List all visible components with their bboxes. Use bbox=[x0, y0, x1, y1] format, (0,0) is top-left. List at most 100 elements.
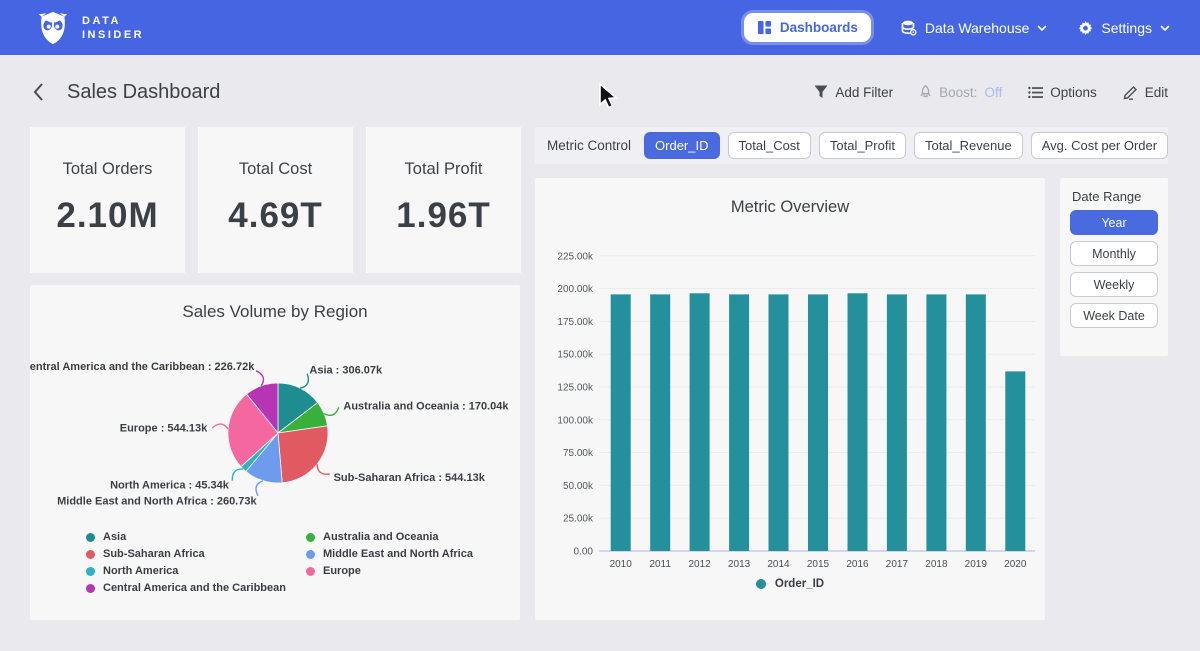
legend-dot bbox=[306, 533, 315, 542]
dashboard-grid-icon bbox=[757, 20, 772, 35]
add-filter-button[interactable]: Add Filter bbox=[814, 85, 893, 100]
y-axis-tick: 225.00k bbox=[557, 251, 594, 262]
bar-2014[interactable] bbox=[769, 294, 789, 551]
x-axis-tick: 2018 bbox=[925, 559, 948, 570]
chevron-left-icon bbox=[32, 82, 45, 102]
date-range-week-date[interactable]: Week Date bbox=[1070, 303, 1158, 328]
bar-2012[interactable] bbox=[690, 293, 710, 551]
gear-icon bbox=[1077, 20, 1093, 36]
bar-chart: 0.0025.00k50.00k75.00k100.00k125.00k150.… bbox=[535, 226, 1045, 591]
pie-label: Central America and the Caribbean : 226.… bbox=[30, 361, 255, 373]
y-axis-tick: 0.00 bbox=[574, 547, 594, 558]
nav-dashboards-label: Dashboards bbox=[780, 20, 858, 35]
pie-chart-title: Sales Volume by Region bbox=[30, 302, 520, 322]
bar-2015[interactable] bbox=[808, 294, 828, 551]
y-axis-tick: 150.00k bbox=[557, 350, 594, 361]
legend-dot bbox=[306, 550, 315, 559]
kpi-label: Total Cost bbox=[198, 160, 353, 179]
y-axis-tick: 125.00k bbox=[557, 383, 594, 394]
nav-data-warehouse-label: Data Warehouse bbox=[925, 20, 1030, 36]
bar-chart-legend[interactable]: Order_ID bbox=[535, 578, 1045, 590]
list-icon bbox=[1028, 86, 1043, 99]
legend-dot bbox=[86, 533, 95, 542]
bar-2011[interactable] bbox=[650, 294, 670, 551]
page-title: Sales Dashboard bbox=[67, 81, 220, 104]
pie-legend-column: Asia Sub-Saharan Africa North America Centr… bbox=[86, 531, 280, 594]
bar-2020[interactable] bbox=[1005, 371, 1025, 551]
metric-option-avg--cost-per-order[interactable]: Avg. Cost per Order bbox=[1031, 132, 1168, 159]
x-axis-tick: 2012 bbox=[688, 559, 711, 570]
metric-option-order-id[interactable]: Order_ID bbox=[644, 132, 719, 159]
metric-option-total-profit[interactable]: Total_Profit bbox=[819, 132, 906, 159]
pie-legend-item[interactable]: Asia bbox=[86, 531, 280, 543]
kpi-value: 2.10M bbox=[30, 196, 185, 236]
legend-label: Asia bbox=[103, 531, 126, 543]
pie-legend-item[interactable]: Middle East and North Africa bbox=[306, 548, 473, 560]
pie-legend-item[interactable]: Europe bbox=[306, 565, 473, 577]
pie-label: Europe : 544.13k bbox=[120, 423, 208, 435]
top-navbar: DATA INSIDER Dashboards Data Warehouse bbox=[0, 0, 1200, 55]
bar-2010[interactable] bbox=[611, 294, 631, 551]
brand-logo[interactable]: DATA INSIDER bbox=[34, 9, 144, 47]
pie-leader-line bbox=[300, 374, 308, 388]
chevron-down-icon bbox=[1037, 25, 1047, 31]
x-axis-tick: 2013 bbox=[728, 559, 751, 570]
legend-dot bbox=[86, 567, 95, 576]
legend-label: Middle East and North Africa bbox=[323, 548, 473, 560]
edit-button[interactable]: Edit bbox=[1123, 85, 1168, 100]
legend-label: Sub-Saharan Africa bbox=[103, 548, 205, 560]
date-range-year[interactable]: Year bbox=[1070, 210, 1158, 235]
nav-settings[interactable]: Settings bbox=[1077, 20, 1170, 36]
boost-toggle[interactable]: Boost: Off bbox=[919, 85, 1002, 100]
pie-chart-legend: Asia Sub-Saharan Africa North America Centr… bbox=[86, 531, 473, 594]
database-icon bbox=[901, 20, 917, 36]
pie-label: Middle East and North Africa : 260.73k bbox=[57, 496, 257, 508]
dashboard-header: Sales Dashboard Add Filter Boost: Off Op… bbox=[0, 72, 1200, 112]
pie-slice-sub-saharan-africa[interactable] bbox=[278, 426, 328, 483]
y-axis-tick: 50.00k bbox=[563, 481, 594, 492]
kpi-card-total-orders: Total Orders 2.10M bbox=[30, 127, 185, 273]
back-button[interactable] bbox=[32, 82, 45, 102]
pie-legend-item[interactable]: Sub-Saharan Africa bbox=[86, 548, 280, 560]
bar-2018[interactable] bbox=[926, 294, 946, 551]
bar-chart-title: Metric Overview bbox=[535, 198, 1045, 217]
pie-label: North America : 45.34k bbox=[110, 479, 230, 491]
kpi-value: 1.96T bbox=[366, 196, 521, 236]
x-axis-tick: 2015 bbox=[807, 559, 830, 570]
pie-legend-item[interactable]: North America bbox=[86, 565, 280, 577]
funnel-icon bbox=[814, 85, 828, 99]
pie-legend-item[interactable]: Australia and Oceania bbox=[306, 531, 473, 543]
pie-leader-line bbox=[256, 481, 263, 496]
x-axis-tick: 2017 bbox=[886, 559, 909, 570]
bar-2016[interactable] bbox=[848, 293, 868, 551]
metric-control-strip: Metric Control Order_IDTotal_CostTotal_P… bbox=[535, 127, 1168, 164]
pie-label: Australia and Oceania : 170.04k bbox=[343, 400, 509, 412]
date-range-weekly[interactable]: Weekly bbox=[1070, 272, 1158, 297]
bar-2019[interactable] bbox=[966, 294, 986, 551]
kpi-card-total-cost: Total Cost4.69T bbox=[198, 127, 353, 273]
date-range-monthly[interactable]: Monthly bbox=[1070, 241, 1158, 266]
sales-dashboard-app: { "navbar": { "brand_line1": "DATA", "br… bbox=[0, 0, 1200, 651]
metric-option-total-cost[interactable]: Total_Cost bbox=[728, 132, 811, 159]
date-range-panel: Date Range YearMonthlyWeeklyWeek Date bbox=[1060, 178, 1168, 356]
nav-dashboards-button[interactable]: Dashboards bbox=[744, 13, 871, 42]
pencil-icon bbox=[1123, 85, 1138, 100]
options-button[interactable]: Options bbox=[1028, 85, 1097, 100]
x-axis-tick: 2016 bbox=[846, 559, 869, 570]
x-axis-tick: 2020 bbox=[1004, 559, 1027, 570]
legend-label: Australia and Oceania bbox=[323, 531, 439, 543]
x-axis-tick: 2014 bbox=[767, 559, 790, 570]
date-range-buttons: Year Monthly Weekly Week Date bbox=[1060, 210, 1168, 328]
metric-option-total-revenue[interactable]: Total_Revenue bbox=[914, 132, 1023, 159]
pie-leader-line bbox=[212, 424, 228, 429]
nav-data-warehouse[interactable]: Data Warehouse bbox=[901, 20, 1048, 36]
pie-leader-line bbox=[232, 469, 243, 481]
kpi-label: Total Orders bbox=[30, 160, 185, 179]
legend-dot bbox=[86, 550, 95, 559]
kpi-label: Total Profit bbox=[366, 160, 521, 179]
pie-legend-column: Australia and Oceania Middle East and Nor… bbox=[306, 531, 473, 594]
bar-2017[interactable] bbox=[887, 294, 907, 551]
y-axis-tick: 100.00k bbox=[557, 415, 594, 426]
bar-2013[interactable] bbox=[729, 294, 749, 551]
pie-legend-item[interactable]: Central America and the Caribbean bbox=[86, 582, 280, 594]
